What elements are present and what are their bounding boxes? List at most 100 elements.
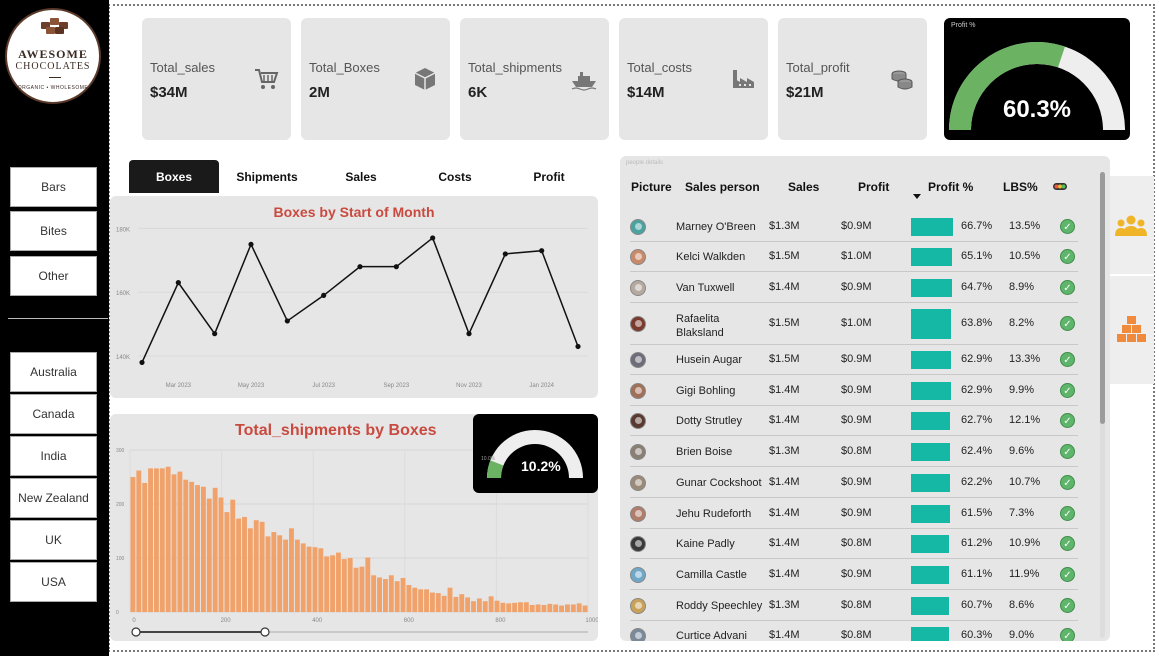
col-header-sales[interactable]: Sales xyxy=(788,180,819,194)
sort-desc-icon[interactable] xyxy=(913,194,921,199)
tab-costs[interactable]: Costs xyxy=(410,160,500,193)
filter-canada-button[interactable]: Canada xyxy=(10,394,97,434)
tab-shipments[interactable]: Shipments xyxy=(222,160,312,193)
histogram-bar xyxy=(424,589,429,612)
histogram-bar xyxy=(242,516,247,612)
col-header-picture[interactable]: Picture xyxy=(631,180,672,194)
table-scrollbar-thumb[interactable] xyxy=(1100,172,1105,424)
check-icon: ✓ xyxy=(1060,219,1075,234)
y-tick-label: 160K xyxy=(116,291,130,297)
histogram-bar xyxy=(183,479,189,612)
x-tick-label: Nov 2023 xyxy=(456,383,482,389)
histogram-bar xyxy=(330,555,336,612)
check-icon: ✓ xyxy=(1060,598,1075,613)
lbs-percent-value: 8.6% xyxy=(1009,599,1035,611)
table-row[interactable]: Gunar Cockshoot $1.4M $0.9M 62.2% 10.7% … xyxy=(630,468,1078,498)
profit-percent-value: 61.5% xyxy=(961,507,993,519)
filter-other-button[interactable]: Other xyxy=(10,256,97,296)
sales-person-name: Rafaelita Blaksland xyxy=(676,313,724,339)
profit-value: $0.8M xyxy=(841,599,872,611)
data-point xyxy=(502,251,508,257)
profit-percent-bar xyxy=(911,218,953,236)
data-point xyxy=(175,280,181,286)
table-row[interactable]: Gigi Bohling $1.4M $0.9M 62.9% 9.9% ✓ xyxy=(630,376,1078,406)
profit-value: $0.9M xyxy=(841,414,872,426)
kpi-label: Total_Boxes xyxy=(309,60,380,75)
table-row[interactable]: Roddy Speechley $1.3M $0.8M 60.7% 8.6% ✓ xyxy=(630,591,1078,621)
histogram-bar xyxy=(494,600,500,612)
histogram-bar xyxy=(142,482,148,612)
x-tick-label: 200 xyxy=(221,618,232,624)
sales-value: $1.4M xyxy=(769,568,800,580)
sales-person-name: Camilla Castle xyxy=(676,569,747,581)
col-header-lbs-percent[interactable]: LBS% xyxy=(1003,180,1038,194)
data-point xyxy=(357,264,363,270)
filter-bites-button[interactable]: Bites xyxy=(10,211,97,251)
profit-percent-gauge: Profit % 60.3% xyxy=(944,18,1130,140)
profit-percent-value: 65.1% xyxy=(961,250,993,262)
table-row[interactable]: Kelci Walkden $1.5M $1.0M 65.1% 10.5% ✓ xyxy=(630,242,1078,272)
avatar xyxy=(630,536,646,552)
profit-percent-bar xyxy=(911,382,951,400)
avatar xyxy=(630,219,646,235)
lbs-percent-value: 13.5% xyxy=(1009,220,1041,232)
range-slider-handle-min[interactable] xyxy=(131,627,141,637)
table-row[interactable]: Brien Boise $1.3M $0.8M 62.4% 9.6% ✓ xyxy=(630,437,1078,467)
table-row[interactable]: Jehu Rudeforth $1.4M $0.9M 61.5% 7.3% ✓ xyxy=(630,499,1078,529)
col-header-profit-percent[interactable]: Profit % xyxy=(928,180,973,194)
col-header-sales-person[interactable]: Sales person xyxy=(685,180,760,194)
people-icon[interactable] xyxy=(1114,214,1148,238)
x-tick-label: 0 xyxy=(132,618,136,624)
x-tick-label: 600 xyxy=(404,618,415,624)
avatar xyxy=(630,598,646,614)
filter-new-zealand-button[interactable]: New Zealand xyxy=(10,478,97,518)
check-icon: ✓ xyxy=(1060,383,1075,398)
tab-boxes[interactable]: Boxes xyxy=(129,160,219,193)
histogram-bar xyxy=(406,585,412,612)
col-header-profit[interactable]: Profit xyxy=(858,180,889,194)
histogram-bar xyxy=(377,577,382,612)
boxes-stack-icon[interactable] xyxy=(1116,314,1148,344)
histogram-bar xyxy=(159,468,165,612)
filter-uk-button[interactable]: UK xyxy=(10,520,97,560)
filter-australia-button[interactable]: Australia xyxy=(10,352,97,392)
table-row[interactable]: Dotty Strutley $1.4M $0.9M 62.7% 12.1% ✓ xyxy=(630,406,1078,436)
avatar xyxy=(630,567,646,583)
sales-value: $1.5M xyxy=(769,353,800,365)
sales-value: $1.4M xyxy=(769,281,800,293)
histogram-bar xyxy=(435,593,441,612)
profit-percent-value: 60.7% xyxy=(961,599,993,611)
histogram-bar xyxy=(488,596,494,612)
profit-percent-value: 62.4% xyxy=(961,445,993,457)
range-slider-handle-max[interactable] xyxy=(260,627,270,637)
dashboard: AWESOME CHOCOLATES ORGANIC • WHOLESOME B… xyxy=(0,0,1159,656)
filter-bars-button[interactable]: Bars xyxy=(10,167,97,207)
sidebar-divider xyxy=(8,318,108,319)
avatar xyxy=(630,628,646,641)
histogram-bar xyxy=(535,604,541,612)
table-row[interactable]: Marney O'Breen $1.3M $0.9M 66.7% 13.5% ✓ xyxy=(630,212,1078,242)
histogram-bar xyxy=(359,566,365,612)
filter-india-button[interactable]: India xyxy=(10,436,97,476)
histogram-bar xyxy=(206,498,212,612)
table-row[interactable]: Kaine Padly $1.4M $0.8M 61.2% 10.9% ✓ xyxy=(630,529,1078,559)
table-row[interactable]: Curtice Advani $1.4M $0.8M 60.3% 9.0% ✓ xyxy=(630,621,1078,641)
profit-value: $0.9M xyxy=(841,281,872,293)
data-point xyxy=(248,241,254,247)
filter-usa-button[interactable]: USA xyxy=(10,562,97,602)
table-row[interactable]: Camilla Castle $1.4M $0.9M 61.1% 11.9% ✓ xyxy=(630,560,1078,590)
table-row[interactable]: Van Tuxwell $1.4M $0.9M 64.7% 8.9% ✓ xyxy=(630,273,1078,303)
profit-percent-value: 64.7% xyxy=(961,281,993,293)
histogram-bar xyxy=(453,596,459,612)
profit-percent-value: 60.3% xyxy=(961,629,993,641)
tab-profit[interactable]: Profit xyxy=(504,160,594,193)
tab-sales[interactable]: Sales xyxy=(316,160,406,193)
histogram-bar xyxy=(559,605,565,612)
sales-value: $1.4M xyxy=(769,476,800,488)
table-row[interactable]: Rafaelita Blaksland $1.5M $1.0M 63.8% 8.… xyxy=(630,303,1078,345)
kpi-total-boxes: Total_Boxes 2M xyxy=(301,18,450,140)
sales-person-name: Kaine Padly xyxy=(676,538,735,550)
x-tick-label: 1000 xyxy=(585,618,598,624)
table-row[interactable]: Husein Augar $1.5M $0.9M 62.9% 13.3% ✓ xyxy=(630,345,1078,375)
histogram-bar xyxy=(459,594,465,612)
